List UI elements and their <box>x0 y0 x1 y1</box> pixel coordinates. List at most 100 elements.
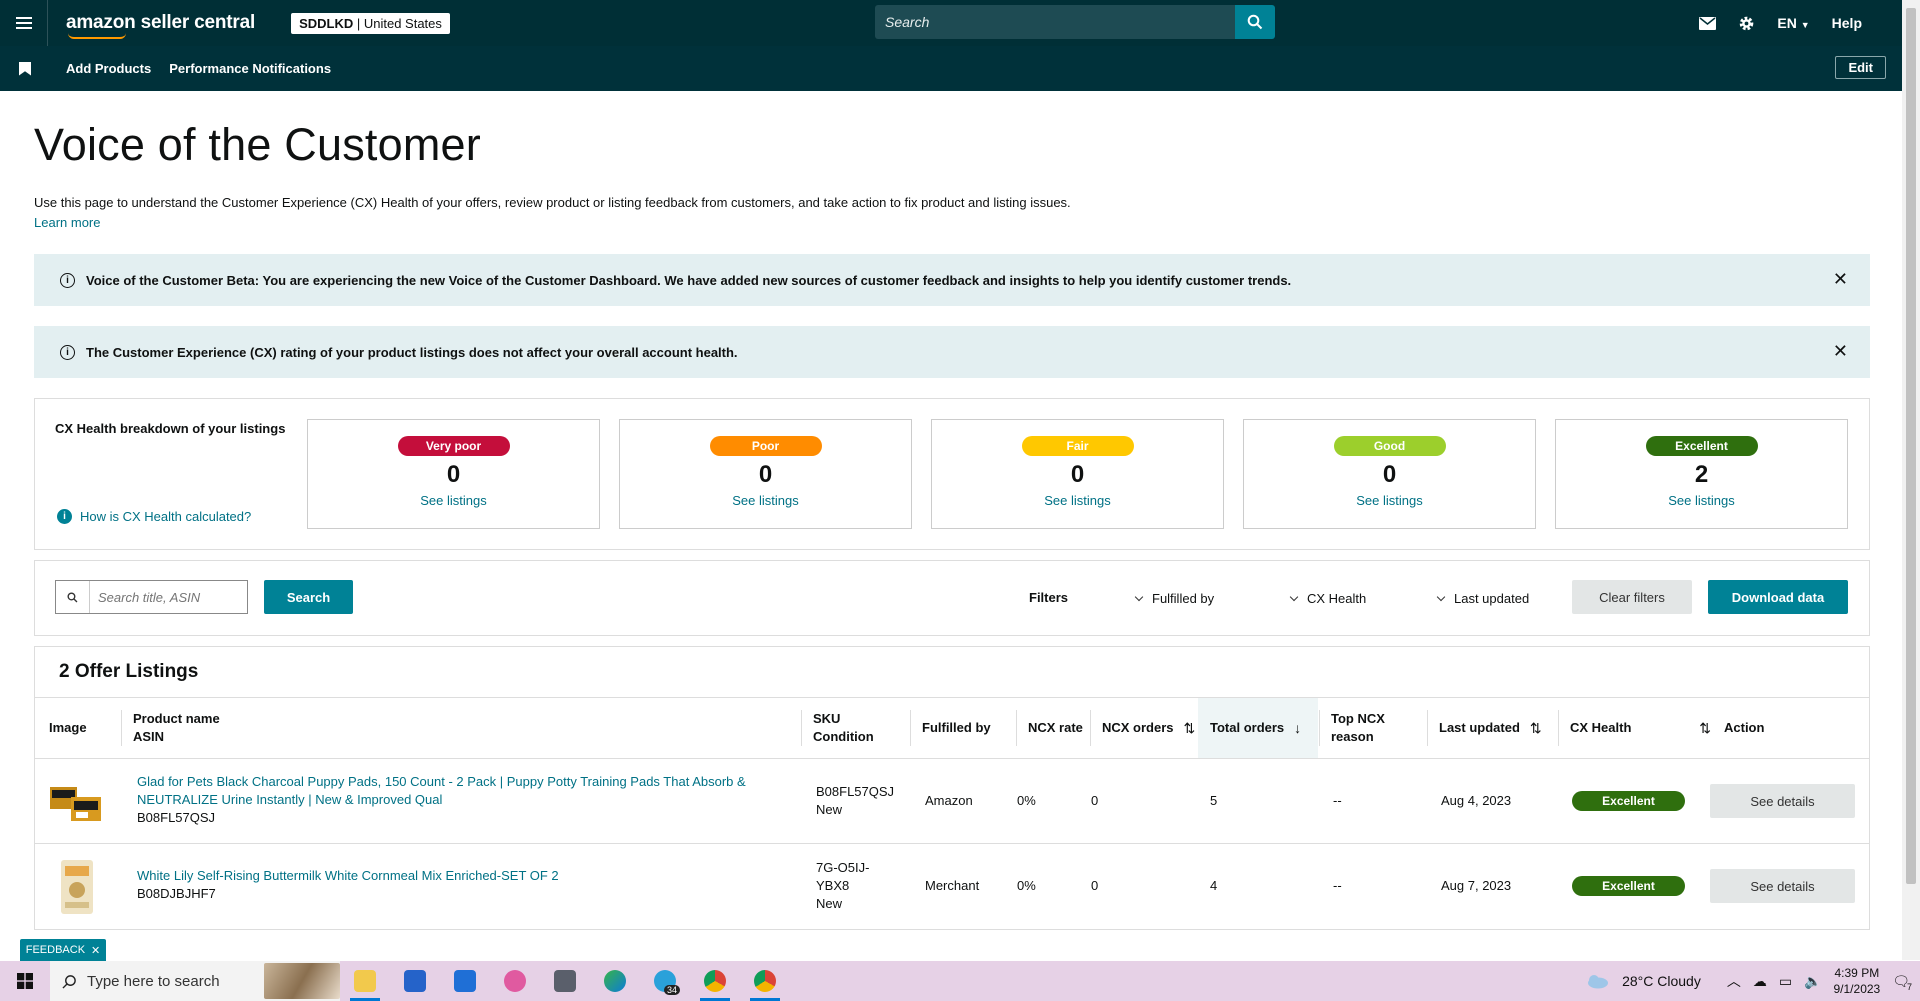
cx-health-breakdown: CX Health breakdown of your listings i Ho… <box>34 398 1870 550</box>
chevron-down-icon <box>1134 592 1144 602</box>
header-ncx-orders[interactable]: NCX orders ⇅ <box>1090 710 1195 746</box>
product-name-cell: White Lily Self-Rising Buttermilk White … <box>137 867 757 903</box>
header-cx-health[interactable]: CX Health ⇅ <box>1558 710 1723 746</box>
close-icon[interactable]: ✕ <box>91 944 100 957</box>
sort-descending-icon[interactable]: ↓ <box>1294 719 1301 737</box>
listing-search-box <box>55 580 248 614</box>
beta-alert-text: Voice of the Customer Beta: You are expe… <box>86 272 1292 288</box>
chevron-up-icon[interactable]: ︿ <box>1727 971 1741 991</box>
page-description: Use this page to understand the Customer… <box>34 195 1071 210</box>
last-updated-filter[interactable]: Last updated <box>1436 591 1529 606</box>
store-code: SDDLKD <box>299 15 354 31</box>
chrome-profile-icon[interactable] <box>740 961 790 1001</box>
status-badge: Very poor <box>397 436 510 456</box>
fulfilled-by-filter[interactable]: Fulfilled by <box>1134 591 1214 606</box>
listing-search-input[interactable] <box>90 589 240 605</box>
header-ncx-rate[interactable]: NCX rate <box>1016 710 1083 746</box>
total-orders-cell: 5 <box>1210 793 1218 808</box>
see-details-button[interactable]: See details <box>1710 784 1855 818</box>
listing-search-button[interactable]: Search <box>264 580 353 614</box>
see-listings-link[interactable]: See listings <box>308 493 599 508</box>
nav-add-products[interactable]: Add Products <box>66 61 151 76</box>
cx-health-how-link[interactable]: i How is CX Health calculated? <box>57 509 251 524</box>
close-icon[interactable]: ✕ <box>1833 270 1848 288</box>
chrome-icon[interactable] <box>690 961 740 1001</box>
ncx-orders-cell: 0 <box>1091 878 1099 893</box>
product-name-link[interactable]: White Lily Self-Rising Buttermilk White … <box>137 868 559 883</box>
cx-health-filter[interactable]: CX Health <box>1289 591 1366 606</box>
last-updated-cell: Aug 4, 2023 <box>1441 793 1512 808</box>
help-link[interactable]: Help <box>1832 15 1862 31</box>
sort-icon[interactable]: ⇅ <box>1699 719 1711 737</box>
system-tray: 28°C Cloudy ︿ ☁ ▭ 🔈 4:39 PM 9/1/2023 🗨 7 <box>1584 961 1912 1001</box>
snipping-tool-icon[interactable] <box>490 961 540 1001</box>
product-name-link[interactable]: Glad for Pets Black Charcoal Puppy Pads,… <box>137 774 746 807</box>
volume-icon[interactable]: 🔈 <box>1804 973 1821 990</box>
taskbar-search-placeholder: Type here to search <box>87 972 220 990</box>
calculator-icon[interactable] <box>540 961 590 1001</box>
notifications-icon[interactable]: 🗨 7 <box>1892 973 1912 992</box>
download-data-button[interactable]: Download data <box>1708 580 1848 614</box>
ncx-rate-cell: 0% <box>1017 878 1036 893</box>
cx-card-good: Good 0 See listings <box>1243 419 1536 529</box>
see-details-button[interactable]: See details <box>1710 869 1855 903</box>
cx-health-badge: Excellent <box>1572 791 1685 811</box>
onedrive-icon[interactable]: ☁ <box>1753 973 1767 990</box>
product-image[interactable] <box>57 856 97 916</box>
amazon-seller-central-logo[interactable]: amazon seller central <box>66 12 255 39</box>
mail-app-icon[interactable] <box>440 961 490 1001</box>
edit-button[interactable]: Edit <box>1835 56 1886 79</box>
header-total-orders[interactable]: Total orders ↓ <box>1198 698 1318 758</box>
nav-performance-notifications[interactable]: Performance Notifications <box>169 61 331 76</box>
mail-icon[interactable] <box>1699 16 1717 30</box>
header-product-name[interactable]: Product name ASIN <box>121 710 220 746</box>
top-ncx-reason-cell: -- <box>1333 878 1342 893</box>
page: { "header": { "logo_text": "amazon selle… <box>0 0 1920 1001</box>
bookmark-icon[interactable] <box>19 61 31 76</box>
secondary-navigation-bar: Add Products Performance Notifications E… <box>0 46 1902 91</box>
sort-icon[interactable]: ⇅ <box>1530 719 1542 737</box>
learn-more-link[interactable]: Learn more <box>34 215 100 230</box>
weather-text[interactable]: 28°C Cloudy <box>1622 973 1701 989</box>
cx-count: 0 <box>1382 461 1397 488</box>
chevron-down-icon <box>1289 592 1299 602</box>
network-icon[interactable]: ▭ <box>1779 973 1792 990</box>
microsoft-store-icon[interactable] <box>390 961 440 1001</box>
file-explorer-icon[interactable] <box>340 961 390 1001</box>
telegram-icon[interactable]: 34 <box>640 961 690 1001</box>
scrollbar-thumb[interactable] <box>1906 8 1916 884</box>
windows-start-icon[interactable] <box>0 961 50 1001</box>
sort-icon[interactable]: ⇅ <box>1184 719 1196 737</box>
global-search-input[interactable] <box>875 5 1235 39</box>
store-selector[interactable]: SDDLKD | United States <box>291 12 450 34</box>
cx-card-very-poor: Very poor 0 See listings <box>307 419 600 529</box>
header-last-updated[interactable]: Last updated ⇅ <box>1427 710 1542 746</box>
header-fulfilled-by[interactable]: Fulfilled by <box>910 710 991 746</box>
header-top-ncx-reason[interactable]: Top NCX reason <box>1319 710 1385 746</box>
see-listings-link[interactable]: See listings <box>620 493 911 508</box>
header-actions: EN ▼ Help <box>1699 0 1862 46</box>
see-listings-link[interactable]: See listings <box>1244 493 1535 508</box>
feedback-tab[interactable]: FEEDBACK ✕ <box>20 939 106 961</box>
product-image[interactable] <box>49 777 107 831</box>
see-listings-link[interactable]: See listings <box>1556 493 1847 508</box>
taskbar-search[interactable]: Type here to search <box>50 961 340 1001</box>
condition: New <box>816 802 843 817</box>
header-sku[interactable]: SKU Condition <box>801 710 874 746</box>
search-icon <box>1247 14 1263 30</box>
vertical-scrollbar[interactable] <box>1902 0 1920 960</box>
status-badge: Good <box>1333 436 1446 456</box>
gear-icon[interactable] <box>1738 15 1755 32</box>
close-icon[interactable]: ✕ <box>1833 342 1848 360</box>
clear-filters-button[interactable]: Clear filters <box>1572 580 1692 614</box>
see-listings-link[interactable]: See listings <box>932 493 1223 508</box>
info-icon: i <box>57 509 72 524</box>
menu-icon[interactable] <box>0 0 48 46</box>
clock[interactable]: 4:39 PM 9/1/2023 <box>1834 965 1881 997</box>
page-title: Voice of the Customer <box>34 119 481 170</box>
search-button[interactable] <box>1235 5 1275 39</box>
cx-health-badge: Excellent <box>1572 876 1685 896</box>
offer-listings-table: 2 Offer Listings Image Product name ASIN … <box>34 646 1870 930</box>
edge-browser-icon[interactable] <box>590 961 640 1001</box>
language-selector[interactable]: EN ▼ <box>1777 15 1809 31</box>
